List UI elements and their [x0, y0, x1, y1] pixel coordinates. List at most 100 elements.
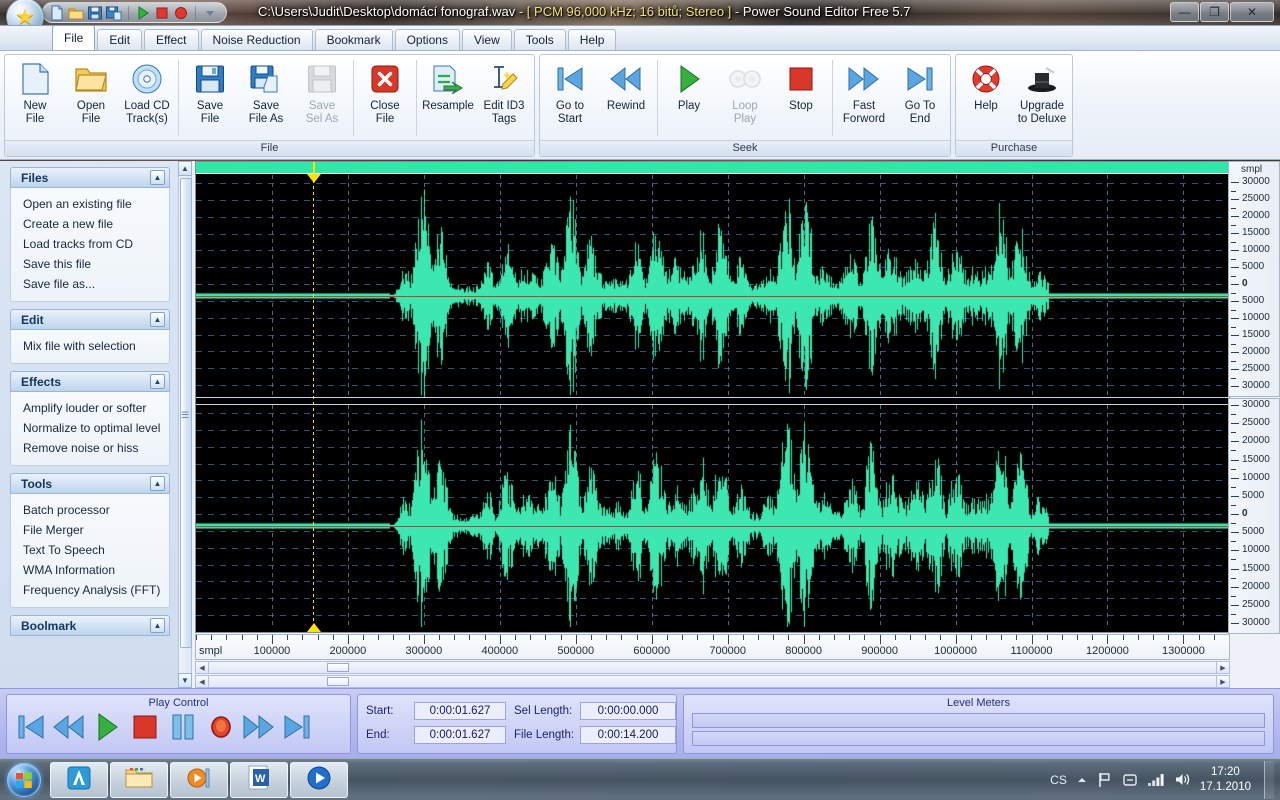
ribbon-button-go-to-start[interactable]: Go to Start [542, 58, 598, 136]
tab-effect[interactable]: Effect [144, 29, 199, 50]
horizontal-scrollbar-bottom[interactable]: ◀ ▶ [195, 675, 1230, 688]
language-indicator[interactable]: CS [1050, 773, 1067, 787]
ribbon-button-open-file[interactable]: Open File [63, 58, 119, 136]
network-bars-icon[interactable] [1147, 773, 1165, 787]
ribbon-button-stop[interactable]: Stop [773, 58, 829, 136]
tab-bookmark[interactable]: Bookmark [314, 29, 393, 50]
sidebar-panel-header[interactable]: Effects ▲ [10, 371, 170, 392]
sidebar-link-mix-file-with-selection[interactable]: Mix file with selection [11, 336, 169, 356]
sidebar-panel-header[interactable]: Tools ▲ [10, 473, 170, 494]
sidebar-vertical-scrollbar[interactable]: ▲ ☰ ▼ [178, 161, 192, 688]
time-ruler[interactable]: smpl 100000 200000 300000 400000 500000 60000… [195, 634, 1230, 660]
file-length-value[interactable]: 0:00:14.200 [580, 725, 676, 744]
chevron-up-icon[interactable]: ▲ [150, 170, 165, 185]
selection-strip[interactable] [196, 162, 1229, 174]
scroll-right-icon[interactable]: ▶ [1216, 662, 1229, 673]
playhead-line[interactable] [313, 174, 314, 632]
chevron-down-icon[interactable] [202, 5, 218, 21]
stop-button[interactable] [129, 713, 160, 744]
ribbon-button-rewind[interactable]: Rewind [598, 58, 654, 136]
end-value[interactable]: 0:00:01.627 [414, 725, 506, 744]
floppy-icon[interactable] [87, 5, 103, 21]
sidebar-link-frequency-analysis-fft[interactable]: Frequency Analysis (FFT) [11, 580, 169, 600]
taskbar-media-player[interactable] [170, 761, 228, 798]
sidebar-link-amplify-louder-or-softer[interactable]: Amplify louder or softer [11, 398, 169, 418]
scroll-down-icon[interactable]: ▼ [178, 673, 192, 688]
floppy-copy-icon[interactable] [106, 5, 122, 21]
sidebar-link-text-to-speech[interactable]: Text To Speech [11, 540, 169, 560]
sidebar-panel-header[interactable]: Files ▲ [10, 167, 170, 188]
chevron-up-icon[interactable]: ▲ [150, 374, 165, 389]
horizontal-scrollbar-top[interactable]: ◀ ▶ [195, 661, 1230, 674]
play-button[interactable] [91, 712, 122, 744]
sel-length-value[interactable]: 0:00:00.000 [580, 701, 676, 720]
scroll-left-icon[interactable]: ◀ [196, 662, 209, 673]
sidebar-link-wma-information[interactable]: WMA Information [11, 560, 169, 580]
minimize-button[interactable]: — [1170, 2, 1199, 22]
go-to-start-button[interactable] [15, 713, 46, 744]
chevron-up-icon[interactable] [1076, 774, 1088, 786]
ribbon-button-go-to-end[interactable]: Go To End [892, 58, 948, 136]
start-button[interactable] [2, 760, 46, 800]
taskbar-word[interactable]: W [230, 761, 288, 798]
play-icon[interactable] [135, 5, 151, 21]
splitter-grip-icon[interactable]: ☰ [181, 411, 189, 420]
ribbon-button-resample[interactable]: Resample [420, 58, 476, 136]
record-icon[interactable] [173, 5, 189, 21]
tab-file[interactable]: File [52, 25, 96, 50]
tab-noise-reduction[interactable]: Noise Reduction [200, 29, 313, 50]
ribbon-button-new-file[interactable]: New File [7, 58, 63, 136]
sidebar-panel-header[interactable]: Edit ▲ [10, 309, 170, 330]
chevron-up-icon[interactable]: ▲ [150, 476, 165, 491]
taskbar-clock[interactable]: 17:20 17.1.2010 [1200, 765, 1255, 795]
sidebar-link-file-merger[interactable]: File Merger [11, 520, 169, 540]
page-icon[interactable] [49, 5, 65, 21]
go-to-end-button[interactable] [281, 713, 312, 744]
chevron-up-icon[interactable]: ▲ [150, 618, 165, 633]
speaker-icon[interactable] [1174, 772, 1191, 787]
taskbar-avast[interactable] [50, 761, 108, 798]
ribbon-button-upgrade-to-deluxe[interactable]: Upgrade to Deluxe [1014, 58, 1070, 136]
tab-options[interactable]: Options [394, 29, 460, 50]
taskbar-explorer[interactable] [110, 761, 168, 798]
waveform-channel-right[interactable] [196, 405, 1229, 627]
ribbon-button-close-file[interactable]: Close File [357, 58, 413, 136]
flag-icon[interactable] [1097, 772, 1113, 788]
action-center-icon[interactable] [1122, 772, 1138, 788]
rewind-button[interactable] [52, 713, 84, 744]
tab-edit[interactable]: Edit [97, 29, 143, 50]
taskbar-sound-editor[interactable] [290, 761, 348, 798]
sidebar-link-create-a-new-file[interactable]: Create a new file [11, 214, 169, 234]
chevron-up-icon[interactable]: ▲ [150, 312, 165, 327]
scrollbar-thumb[interactable] [327, 663, 349, 672]
maximize-button[interactable]: ❐ [1200, 2, 1229, 22]
ribbon-button-edit-id3-tags[interactable]: Edit ID3 Tags [476, 58, 532, 136]
sidebar-link-normalize-to-optimal-level[interactable]: Normalize to optimal level [11, 418, 169, 438]
ribbon-button-fast-forword[interactable]: Fast Forword [836, 58, 892, 136]
fast-forward-button[interactable] [243, 713, 274, 744]
scroll-right-icon[interactable]: ▶ [1216, 676, 1229, 687]
start-value[interactable]: 0:00:01.627 [414, 701, 506, 720]
ribbon-button-help[interactable]: Help [958, 58, 1014, 136]
tab-help[interactable]: Help [567, 29, 617, 50]
sidebar-link-save-this-file[interactable]: Save this file [11, 254, 169, 274]
scrollbar-thumb[interactable] [327, 677, 349, 686]
sidebar-link-remove-noise-or-hiss[interactable]: Remove noise or hiss [11, 438, 169, 458]
tab-tools[interactable]: Tools [513, 29, 566, 50]
scroll-up-icon[interactable]: ▲ [178, 161, 192, 176]
stop-icon[interactable] [154, 5, 170, 21]
ribbon-button-save-file-as[interactable]: Save File As [238, 58, 294, 136]
sidebar-panel-header[interactable]: Boolmark ▲ [10, 615, 170, 636]
scroll-left-icon[interactable]: ◀ [196, 676, 209, 687]
waveform-canvas-area[interactable] [195, 161, 1230, 633]
close-button[interactable]: ✕ [1230, 2, 1274, 22]
waveform-channel-left[interactable] [196, 175, 1229, 397]
tab-view[interactable]: View [461, 29, 512, 50]
ribbon-button-load-cd-track-s[interactable]: Load CD Track(s) [119, 58, 175, 136]
sidebar-link-save-file-as[interactable]: Save file as... [11, 274, 169, 294]
show-desktop-button[interactable] [1264, 760, 1274, 799]
record-button[interactable] [205, 713, 236, 744]
ribbon-button-play[interactable]: Play [661, 58, 717, 136]
ribbon-button-save-file[interactable]: Save File [182, 58, 238, 136]
sidebar-link-open-an-existing-file[interactable]: Open an existing file [11, 194, 169, 214]
